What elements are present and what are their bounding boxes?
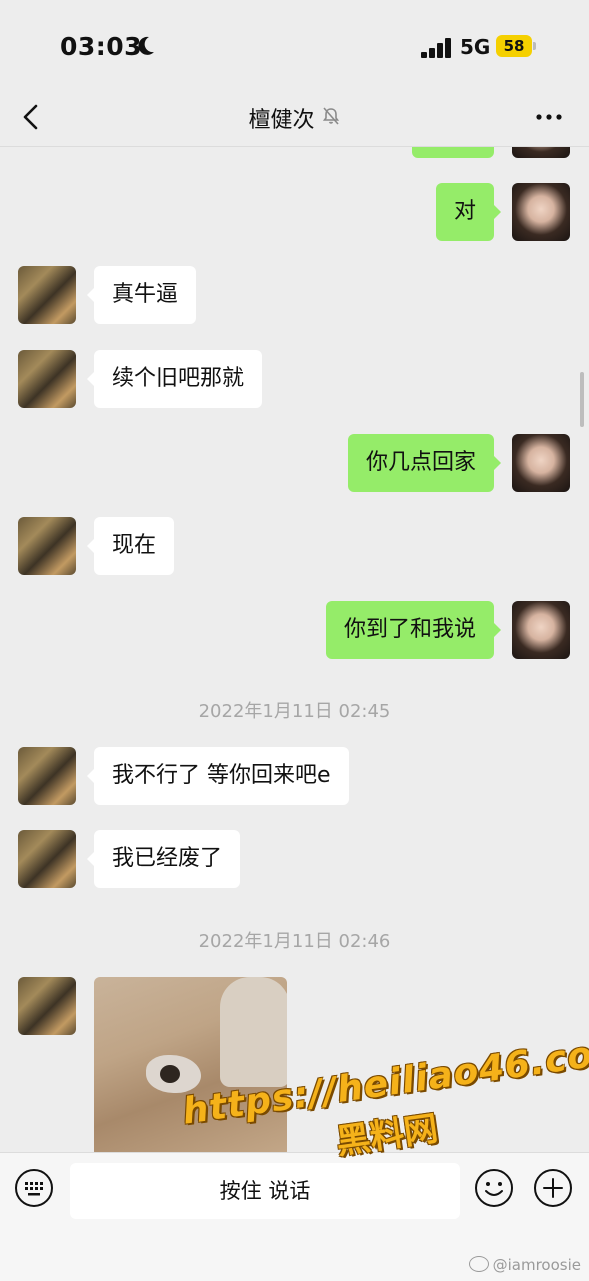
battery-indicator: 58 (496, 35, 532, 57)
image-object (146, 1055, 201, 1093)
my-avatar[interactable] (512, 147, 570, 158)
message-timestamp: 2022年1月11日 02:45 (198, 701, 391, 722)
message-bubble[interactable]: 我已经废了 (86, 830, 241, 888)
my-avatar[interactable] (512, 601, 570, 659)
weibo-icon (468, 1256, 489, 1272)
my-avatar[interactable] (512, 434, 570, 492)
status-time: 03:03 (60, 32, 143, 61)
message-list[interactable]: 对 真牛逼 续个旧吧那就 你几点回家 现在 你到了和我说 2022年1月11日 … (0, 147, 589, 1152)
message-bubble[interactable]: 你到了和我说 (325, 601, 502, 659)
emoji-icon[interactable] (474, 1168, 514, 1208)
chat-title-wrap: 檀健次 (0, 102, 589, 134)
image-message[interactable] (94, 977, 287, 1152)
contact-avatar[interactable] (18, 350, 76, 408)
moon-icon (138, 36, 154, 55)
image-animal (220, 977, 287, 1087)
hold-to-talk-button[interactable]: 按住 说话 (70, 1163, 460, 1219)
contact-avatar[interactable] (18, 266, 76, 324)
my-avatar[interactable] (512, 183, 570, 241)
contact-avatar[interactable] (18, 747, 76, 805)
message-bubble-partial[interactable] (412, 147, 494, 158)
contact-avatar[interactable] (18, 517, 76, 575)
chat-title: 檀健次 (248, 108, 315, 133)
contact-avatar[interactable] (18, 977, 76, 1035)
message-bubble[interactable]: 续个旧吧那就 (86, 350, 263, 408)
status-bar: 03:03 5G 58 (0, 0, 589, 90)
signal-icon (421, 38, 455, 58)
contact-avatar[interactable] (18, 830, 76, 888)
message-bubble[interactable]: 对 (435, 183, 502, 241)
credit: @iamroosie (468, 1256, 581, 1274)
network-type: 5G (460, 35, 491, 59)
message-timestamp: 2022年1月11日 02:46 (198, 931, 391, 952)
mute-icon (322, 107, 339, 125)
message-bubble[interactable]: 真牛逼 (86, 266, 197, 324)
message-bubble[interactable]: 你几点回家 (347, 434, 502, 492)
message-bubble[interactable]: 现在 (86, 517, 175, 575)
keyboard-icon[interactable] (14, 1168, 54, 1208)
message-bubble[interactable]: 我不行了 等你回来吧e (87, 747, 349, 805)
battery-tip (533, 42, 536, 50)
plus-icon[interactable] (533, 1168, 573, 1208)
credit-text: @iamroosie (492, 1256, 581, 1274)
more-icon[interactable] (532, 100, 566, 134)
scrollbar[interactable] (580, 372, 584, 427)
chat-header: 檀健次 (0, 88, 589, 147)
